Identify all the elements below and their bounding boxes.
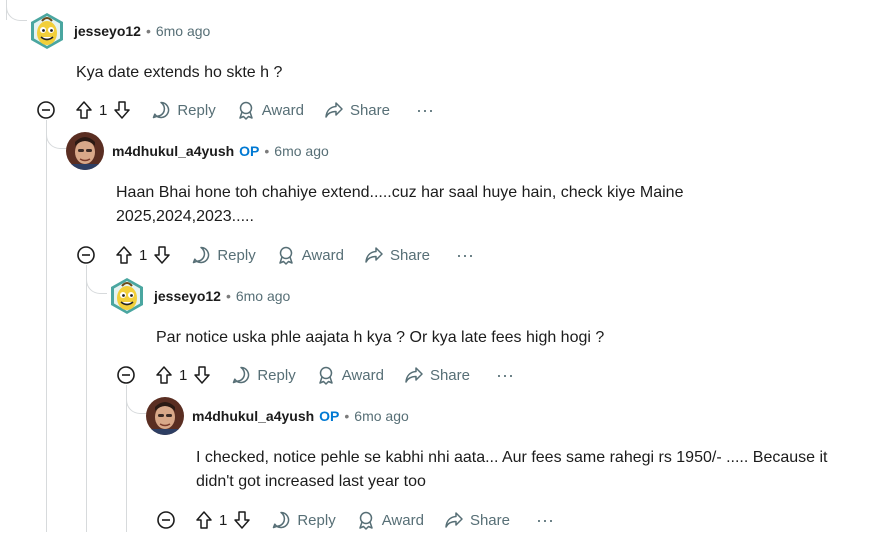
username[interactable]: m4dhukul_a4yush	[192, 408, 314, 424]
comment-header: jesseyo12 • 6mo ago	[108, 278, 290, 314]
comment-header: jesseyo12 • 6mo ago	[28, 13, 210, 49]
share-button[interactable]: Share	[324, 100, 390, 120]
thread-curve	[46, 126, 67, 149]
photo-avatar[interactable]	[146, 397, 184, 435]
award-label: Award	[301, 246, 344, 264]
vote-control: 1	[75, 100, 131, 120]
reply-icon	[151, 100, 171, 120]
share-label: Share	[429, 366, 470, 384]
reply-button[interactable]: Reply	[191, 245, 256, 265]
timestamp[interactable]: 6mo ago	[236, 288, 290, 304]
reply-label: Reply	[257, 366, 296, 384]
share-button[interactable]: Share	[444, 510, 510, 530]
award-button[interactable]: Award	[356, 510, 424, 530]
collapse-icon[interactable]	[77, 246, 95, 264]
reply-icon	[191, 245, 211, 265]
more-options-icon[interactable]: ···	[456, 245, 474, 266]
downvote-icon[interactable]	[233, 510, 251, 530]
award-label: Award	[261, 101, 304, 119]
comment-actions: 1 Reply Award Share ···	[157, 504, 554, 536]
comment-text: Par notice uska phle aajata h kya ? Or k…	[156, 329, 605, 346]
collapse-icon[interactable]	[117, 366, 135, 384]
award-button[interactable]: Award	[276, 245, 344, 265]
share-label: Share	[469, 511, 510, 529]
downvote-icon[interactable]	[193, 365, 211, 385]
upvote-icon[interactable]	[155, 365, 173, 385]
reply-icon	[271, 510, 291, 530]
comment-actions: 1 Reply Award Share ···	[37, 94, 434, 126]
reply-button[interactable]: Reply	[151, 100, 216, 120]
separator-dot: •	[225, 288, 231, 304]
reply-label: Reply	[297, 511, 336, 529]
comment-header: m4dhukul_a4yush OP • 6mo ago	[146, 397, 409, 435]
more-options-icon[interactable]: ···	[536, 510, 554, 531]
comment-actions: 1 Reply Award Share ···	[77, 239, 474, 271]
more-options-icon[interactable]: ···	[416, 100, 434, 121]
vote-control: 1	[195, 510, 251, 530]
vote-control: 1	[115, 245, 171, 265]
separator-dot: •	[264, 143, 270, 159]
collapse-icon[interactable]	[157, 511, 175, 529]
snoo-banana-icon[interactable]	[108, 277, 146, 315]
separator-dot: •	[344, 408, 350, 424]
share-icon	[364, 245, 384, 265]
comment-text: Kya date extends ho skte h ?	[76, 64, 283, 81]
award-label: Award	[341, 366, 384, 384]
share-button[interactable]: Share	[404, 365, 470, 385]
comment-text: Haan Bhai hone toh chahiye extend.....cu…	[116, 184, 684, 225]
vote-count: 1	[179, 366, 188, 384]
thread-curve	[86, 271, 107, 294]
share-label: Share	[349, 101, 390, 119]
op-badge: OP	[319, 408, 340, 424]
reply-button[interactable]: Reply	[271, 510, 336, 530]
vote-count: 1	[139, 246, 148, 264]
vote-count: 1	[99, 101, 108, 119]
reply-button[interactable]: Reply	[231, 365, 296, 385]
reply-label: Reply	[217, 246, 256, 264]
upvote-icon[interactable]	[195, 510, 213, 530]
award-icon	[276, 245, 296, 265]
award-icon	[236, 100, 256, 120]
award-button[interactable]: Award	[316, 365, 384, 385]
reply-label: Reply	[177, 101, 216, 119]
photo-avatar[interactable]	[66, 132, 104, 170]
more-options-icon[interactable]: ···	[496, 365, 514, 386]
thread-line-2	[86, 265, 87, 532]
timestamp[interactable]: 6mo ago	[156, 23, 210, 39]
thread-line-3	[126, 385, 127, 532]
comment-text: I checked, notice pehle se kabhi nhi aat…	[196, 449, 828, 490]
separator-dot: •	[145, 23, 151, 39]
comment-header: m4dhukul_a4yush OP • 6mo ago	[66, 132, 329, 170]
comment-actions: 1 Reply Award Share ···	[117, 359, 514, 391]
award-button[interactable]: Award	[236, 100, 304, 120]
username[interactable]: m4dhukul_a4yush	[112, 143, 234, 159]
award-label: Award	[381, 511, 424, 529]
award-icon	[316, 365, 336, 385]
share-label: Share	[389, 246, 430, 264]
share-icon	[324, 100, 344, 120]
upvote-icon[interactable]	[75, 100, 93, 120]
username[interactable]: jesseyo12	[154, 288, 221, 304]
timestamp[interactable]: 6mo ago	[274, 143, 328, 159]
thread-line-1	[46, 120, 47, 532]
upvote-icon[interactable]	[115, 245, 133, 265]
reply-icon	[231, 365, 251, 385]
timestamp[interactable]: 6mo ago	[354, 408, 408, 424]
collapse-icon[interactable]	[37, 101, 55, 119]
snoo-banana-icon[interactable]	[28, 12, 66, 50]
thread-curve	[126, 391, 147, 414]
op-badge: OP	[239, 143, 260, 159]
thread-curve	[6, 0, 27, 21]
vote-control: 1	[155, 365, 211, 385]
downvote-icon[interactable]	[153, 245, 171, 265]
share-button[interactable]: Share	[364, 245, 430, 265]
award-icon	[356, 510, 376, 530]
vote-count: 1	[219, 511, 228, 529]
share-icon	[404, 365, 424, 385]
username[interactable]: jesseyo12	[74, 23, 141, 39]
downvote-icon[interactable]	[113, 100, 131, 120]
share-icon	[444, 510, 464, 530]
